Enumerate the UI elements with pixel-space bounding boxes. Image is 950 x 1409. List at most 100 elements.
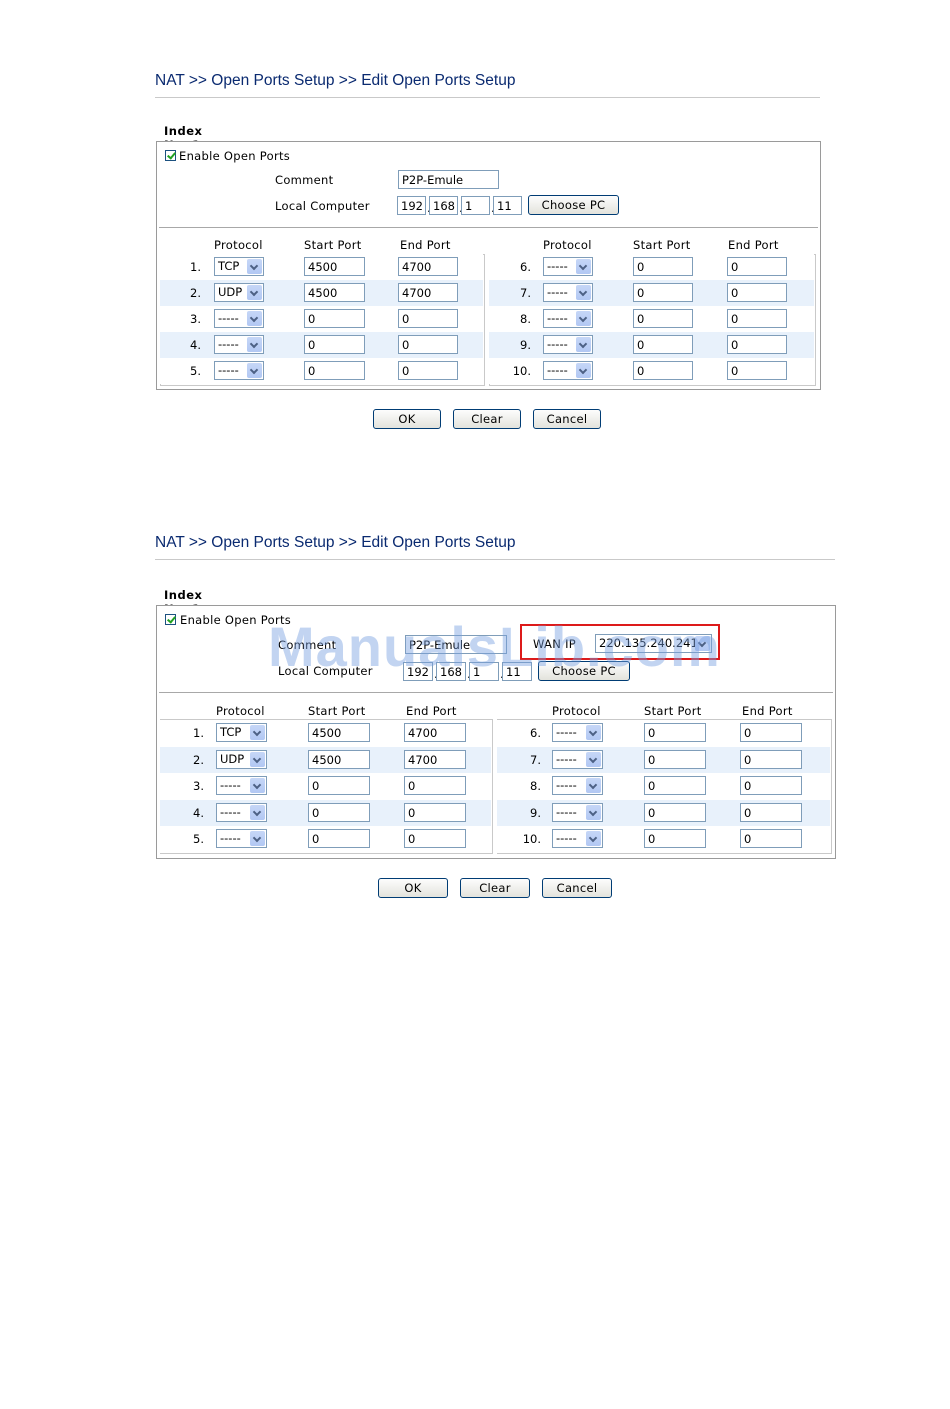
start-port-input[interactable]: 0 — [633, 309, 693, 328]
end-port-input[interactable]: 0 — [404, 829, 466, 848]
protocol-select[interactable]: ----- — [543, 335, 593, 354]
enable-checkbox[interactable] — [165, 614, 176, 625]
protocol-select[interactable]: ----- — [214, 309, 264, 328]
row-number: 2. — [190, 286, 201, 300]
ip-octet-2[interactable]: 168 — [429, 196, 458, 215]
start-port-input[interactable]: 0 — [308, 803, 370, 822]
protocol-select[interactable]: ----- — [216, 803, 267, 822]
chevron-down-icon — [247, 285, 262, 300]
end-port-input[interactable]: 0 — [398, 309, 458, 328]
start-port-input[interactable]: 0 — [304, 361, 365, 380]
protocol-select[interactable]: ----- — [552, 723, 603, 742]
end-port-input[interactable]: 4700 — [404, 750, 466, 769]
start-port-input[interactable]: 0 — [633, 283, 693, 302]
section-divider — [159, 227, 818, 228]
start-port-input[interactable]: 4500 — [304, 257, 365, 276]
end-port-input[interactable]: 0 — [404, 803, 466, 822]
chevron-down-icon — [250, 831, 265, 846]
start-port-input[interactable]: 0 — [308, 829, 370, 848]
end-port-input[interactable]: 0 — [740, 803, 802, 822]
chevron-down-icon — [247, 311, 262, 326]
start-port-input[interactable]: 0 — [644, 803, 706, 822]
cancel-button[interactable]: Cancel — [542, 878, 612, 898]
end-port-input[interactable]: 0 — [727, 257, 787, 276]
title-divider — [155, 97, 820, 98]
row-number: 8. — [520, 312, 531, 326]
end-port-input[interactable]: 0 — [727, 283, 787, 302]
ok-button[interactable]: OK — [378, 878, 448, 898]
row-number: 3. — [190, 312, 201, 326]
chevron-down-icon — [576, 285, 591, 300]
end-port-input[interactable]: 0 — [740, 750, 802, 769]
end-port-input[interactable]: 0 — [727, 335, 787, 354]
page-title: NAT >> Open Ports Setup >> Edit Open Por… — [155, 534, 516, 551]
protocol-select[interactable]: ----- — [216, 829, 267, 848]
comment-input[interactable]: P2P-Emule — [398, 170, 499, 189]
start-port-header-left: Start Port — [308, 704, 366, 718]
start-port-input[interactable]: 4500 — [308, 723, 370, 742]
protocol-value: ----- — [556, 725, 577, 739]
end-port-input[interactable]: 0 — [727, 309, 787, 328]
end-port-input[interactable]: 0 — [404, 776, 466, 795]
start-port-input[interactable]: 0 — [633, 361, 693, 380]
end-port-input[interactable]: 0 — [740, 776, 802, 795]
end-port-input[interactable]: 0 — [398, 361, 458, 380]
protocol-value: ----- — [547, 311, 568, 325]
start-port-input[interactable]: 0 — [644, 829, 706, 848]
protocol-select[interactable]: ----- — [543, 283, 593, 302]
protocol-select[interactable]: ----- — [214, 361, 264, 380]
start-port-input[interactable]: 4500 — [304, 283, 365, 302]
protocol-value: ----- — [218, 311, 239, 325]
protocol-value: ----- — [556, 831, 577, 845]
chevron-down-icon — [586, 831, 601, 846]
protocol-select[interactable]: UDP — [214, 283, 264, 302]
start-port-input[interactable]: 0 — [633, 335, 693, 354]
chevron-down-icon — [586, 778, 601, 793]
protocol-select[interactable]: ----- — [552, 776, 603, 795]
ip-octet-3[interactable]: 1 — [461, 196, 490, 215]
start-port-input[interactable]: 0 — [644, 776, 706, 795]
protocol-select[interactable]: ----- — [543, 361, 593, 380]
end-port-input[interactable]: 0 — [398, 335, 458, 354]
protocol-select[interactable]: ----- — [552, 803, 603, 822]
protocol-value: UDP — [218, 285, 243, 299]
start-port-input[interactable]: 0 — [304, 335, 365, 354]
protocol-value: ----- — [218, 363, 239, 377]
protocol-select[interactable]: TCP — [216, 723, 267, 742]
protocol-select[interactable]: ----- — [543, 309, 593, 328]
start-port-input[interactable]: 0 — [308, 776, 370, 795]
clear-button[interactable]: Clear — [453, 409, 521, 429]
section-divider — [159, 692, 833, 693]
protocol-select[interactable]: UDP — [216, 750, 267, 769]
end-port-input[interactable]: 0 — [740, 829, 802, 848]
protocol-select[interactable]: ----- — [216, 776, 267, 795]
end-port-header-left: End Port — [406, 704, 457, 718]
cancel-button[interactable]: Cancel — [533, 409, 601, 429]
clear-button[interactable]: Clear — [460, 878, 530, 898]
start-port-input[interactable]: 0 — [304, 309, 365, 328]
start-port-input[interactable]: 0 — [633, 257, 693, 276]
protocol-select[interactable]: ----- — [214, 335, 264, 354]
ip-octet-1[interactable]: 192 — [397, 196, 426, 215]
ok-button[interactable]: OK — [373, 409, 441, 429]
start-port-input[interactable]: 4500 — [308, 750, 370, 769]
chevron-down-icon — [586, 725, 601, 740]
end-port-header-right: End Port — [728, 238, 779, 252]
end-port-input[interactable]: 4700 — [404, 723, 466, 742]
end-port-input[interactable]: 0 — [740, 723, 802, 742]
protocol-select[interactable]: ----- — [543, 257, 593, 276]
protocol-select[interactable]: TCP — [214, 257, 264, 276]
end-port-input[interactable]: 4700 — [398, 283, 458, 302]
start-port-input[interactable]: 0 — [644, 723, 706, 742]
ip-octet-4[interactable]: 11 — [493, 196, 522, 215]
title-divider — [155, 559, 835, 560]
protocol-select[interactable]: ----- — [552, 829, 603, 848]
start-port-input[interactable]: 0 — [644, 750, 706, 769]
row-number: 10. — [522, 832, 541, 846]
row-number: 7. — [520, 286, 531, 300]
protocol-select[interactable]: ----- — [552, 750, 603, 769]
end-port-input[interactable]: 4700 — [398, 257, 458, 276]
enable-checkbox[interactable] — [165, 150, 176, 161]
end-port-input[interactable]: 0 — [727, 361, 787, 380]
choose-pc-button[interactable]: Choose PC — [528, 195, 619, 215]
